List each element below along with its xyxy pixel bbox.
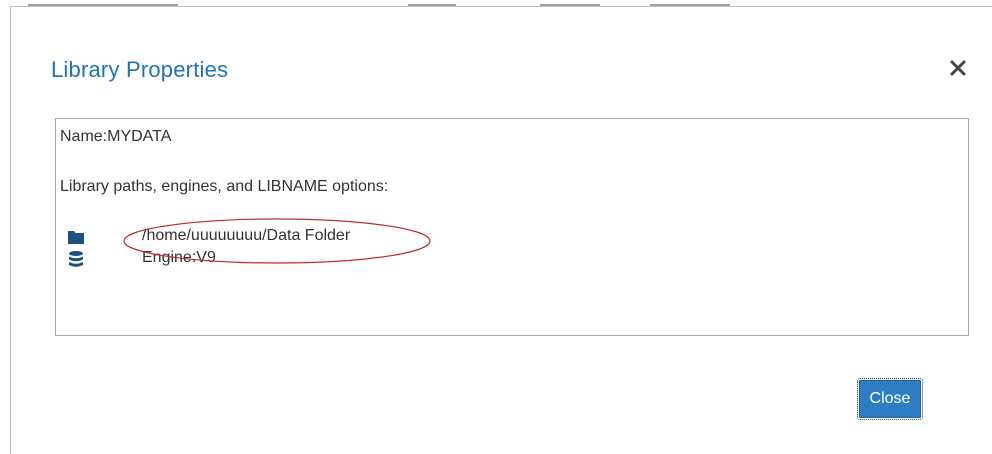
library-path: /home/uuuuuuuu/Data Folder — [142, 227, 351, 244]
database-icon — [67, 250, 85, 268]
screen: Library Properties Name:MYDATA Library p… — [0, 0, 992, 454]
library-properties-panel: Name:MYDATA Library paths, engines, and … — [55, 118, 969, 336]
library-engine-row: Engine:V9 — [56, 248, 968, 270]
library-paths-label: Library paths, engines, and LIBNAME opti… — [60, 178, 389, 195]
close-icon[interactable] — [947, 57, 969, 79]
library-path-row: /home/uuuuuuuu/Data Folder — [56, 226, 968, 248]
library-properties-dialog: Library Properties Name:MYDATA Library p… — [10, 7, 992, 454]
dialog-title: Library Properties — [51, 57, 229, 82]
library-name: Name:MYDATA — [60, 128, 172, 145]
close-button[interactable]: Close — [857, 378, 923, 420]
library-engine: Engine:V9 — [142, 249, 216, 266]
folder-icon — [67, 228, 85, 246]
